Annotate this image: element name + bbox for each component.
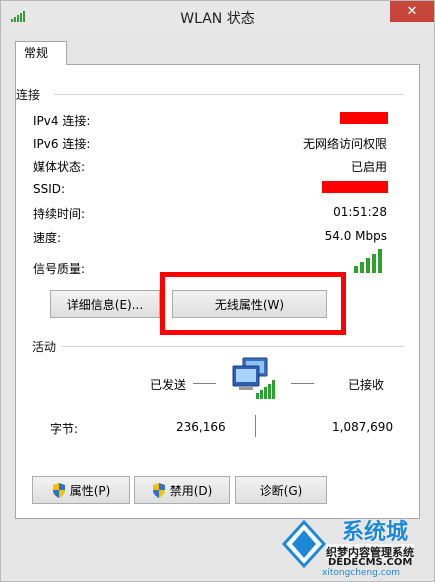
signal-quality-label: 信号质量: bbox=[33, 262, 86, 276]
ipv4-label: IPv4 连接: bbox=[33, 114, 91, 128]
highlight-box bbox=[160, 272, 346, 335]
bytes-received-value: 1,087,690 bbox=[332, 420, 394, 434]
watermark-line2: DEDECMS.COM bbox=[328, 557, 413, 568]
watermark-brand: 系统城 bbox=[342, 520, 409, 545]
ssid-value-redacted bbox=[322, 181, 388, 193]
bytes-divider bbox=[255, 415, 256, 437]
speed-label: 速度: bbox=[33, 231, 62, 245]
window-title: WLAN 状态 bbox=[180, 11, 255, 27]
connection-divider bbox=[54, 94, 404, 95]
received-line bbox=[291, 383, 314, 384]
duration-label: 持续时间: bbox=[33, 207, 86, 221]
media-state-value: 已启用 bbox=[350, 160, 387, 174]
watermark: 系统城 织梦内容管理系统 DEDECMS.COM xitongcheng.com bbox=[272, 514, 435, 582]
close-button[interactable]: ✕ bbox=[390, 1, 434, 22]
title-bar: WLAN 状态 ✕ bbox=[1, 1, 434, 33]
connection-group-title: 连接 bbox=[16, 88, 41, 102]
properties-button-label: 属性(P) bbox=[69, 483, 111, 498]
speed-value: 54.0 Mbps bbox=[324, 229, 387, 243]
details-button[interactable]: 详细信息(E)... bbox=[50, 290, 160, 318]
watermark-line3: xitongcheng.com bbox=[322, 568, 400, 578]
bytes-label: 字节: bbox=[50, 422, 79, 436]
media-state-label: 媒体状态: bbox=[33, 160, 86, 174]
sent-label: 已发送 bbox=[150, 378, 187, 392]
signal-strength-icon bbox=[354, 249, 382, 273]
disable-button[interactable]: 禁用(D) bbox=[134, 476, 230, 504]
ipv4-value-redacted bbox=[340, 112, 388, 124]
activity-group-title: 活动 bbox=[32, 340, 57, 354]
shield-icon bbox=[52, 482, 65, 498]
ipv6-label: IPv6 连接: bbox=[33, 137, 91, 151]
disable-button-label: 禁用(D) bbox=[169, 483, 213, 498]
windows-logo-icon bbox=[281, 520, 327, 568]
activity-divider bbox=[62, 346, 404, 347]
bytes-sent-value: 236,166 bbox=[176, 420, 226, 434]
shield-icon bbox=[152, 482, 165, 498]
ssid-label: SSID: bbox=[33, 182, 66, 196]
network-computers-icon bbox=[232, 357, 275, 399]
duration-value: 01:51:28 bbox=[333, 205, 387, 219]
received-label: 已接收 bbox=[348, 378, 385, 392]
diagnose-button[interactable]: 诊断(G) bbox=[235, 476, 327, 504]
properties-button[interactable]: 属性(P) bbox=[32, 476, 130, 504]
tab-general[interactable]: 常规 bbox=[15, 41, 67, 65]
sent-line bbox=[193, 383, 216, 384]
ipv6-value: 无网络访问权限 bbox=[302, 137, 387, 151]
